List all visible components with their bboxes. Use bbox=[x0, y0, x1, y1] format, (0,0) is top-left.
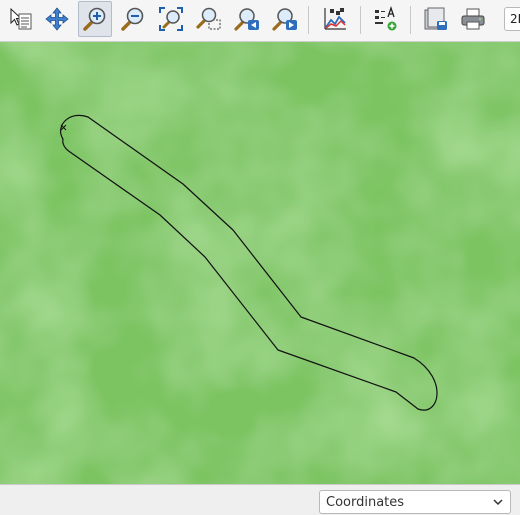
save-image-tool-button[interactable] bbox=[418, 1, 452, 37]
map-display-toolbar: 2D bbox=[0, 0, 520, 42]
zoom-next-icon bbox=[272, 8, 297, 31]
zoom-rubberband-icon bbox=[196, 7, 221, 30]
identify-tool-button[interactable] bbox=[3, 1, 37, 37]
chevron-down-icon bbox=[493, 499, 503, 506]
histogram-icon bbox=[324, 8, 346, 30]
zoom-next-tool-button[interactable] bbox=[268, 1, 302, 37]
zoom-previous-icon bbox=[234, 8, 259, 31]
zoom-in-icon bbox=[83, 7, 106, 31]
zoom-out-icon bbox=[121, 7, 144, 31]
toolbar-separator bbox=[308, 6, 309, 34]
map-canvas[interactable] bbox=[0, 42, 520, 484]
print-icon bbox=[461, 8, 485, 30]
coordinates-dropdown-label: Coordinates bbox=[326, 495, 405, 510]
toolbar-separator bbox=[360, 6, 361, 34]
terrain-raster bbox=[0, 42, 520, 484]
histogram-tool-button[interactable] bbox=[318, 1, 352, 37]
pan-tool-button[interactable] bbox=[40, 1, 74, 37]
pan-icon bbox=[45, 7, 69, 31]
zoom-rubberband-tool-button[interactable] bbox=[192, 1, 226, 37]
print-tool-button[interactable] bbox=[456, 1, 490, 37]
display-mode-select[interactable]: 2D bbox=[504, 7, 520, 31]
zoom-out-tool-button[interactable] bbox=[116, 1, 150, 37]
zoom-previous-tool-button[interactable] bbox=[230, 1, 264, 37]
legend-icon bbox=[375, 6, 397, 31]
identify-icon bbox=[10, 7, 32, 30]
legend-tool-button[interactable] bbox=[368, 1, 402, 37]
map-layer bbox=[0, 42, 520, 484]
save-image-icon bbox=[424, 7, 447, 30]
zoom-full-icon bbox=[159, 7, 183, 31]
coordinates-dropdown[interactable]: Coordinates bbox=[319, 490, 511, 514]
zoom-in-tool-button[interactable] bbox=[78, 1, 112, 37]
status-bar: Coordinates bbox=[0, 484, 520, 515]
zoom-full-tool-button[interactable] bbox=[154, 1, 188, 37]
toolbar-separator bbox=[410, 6, 411, 34]
